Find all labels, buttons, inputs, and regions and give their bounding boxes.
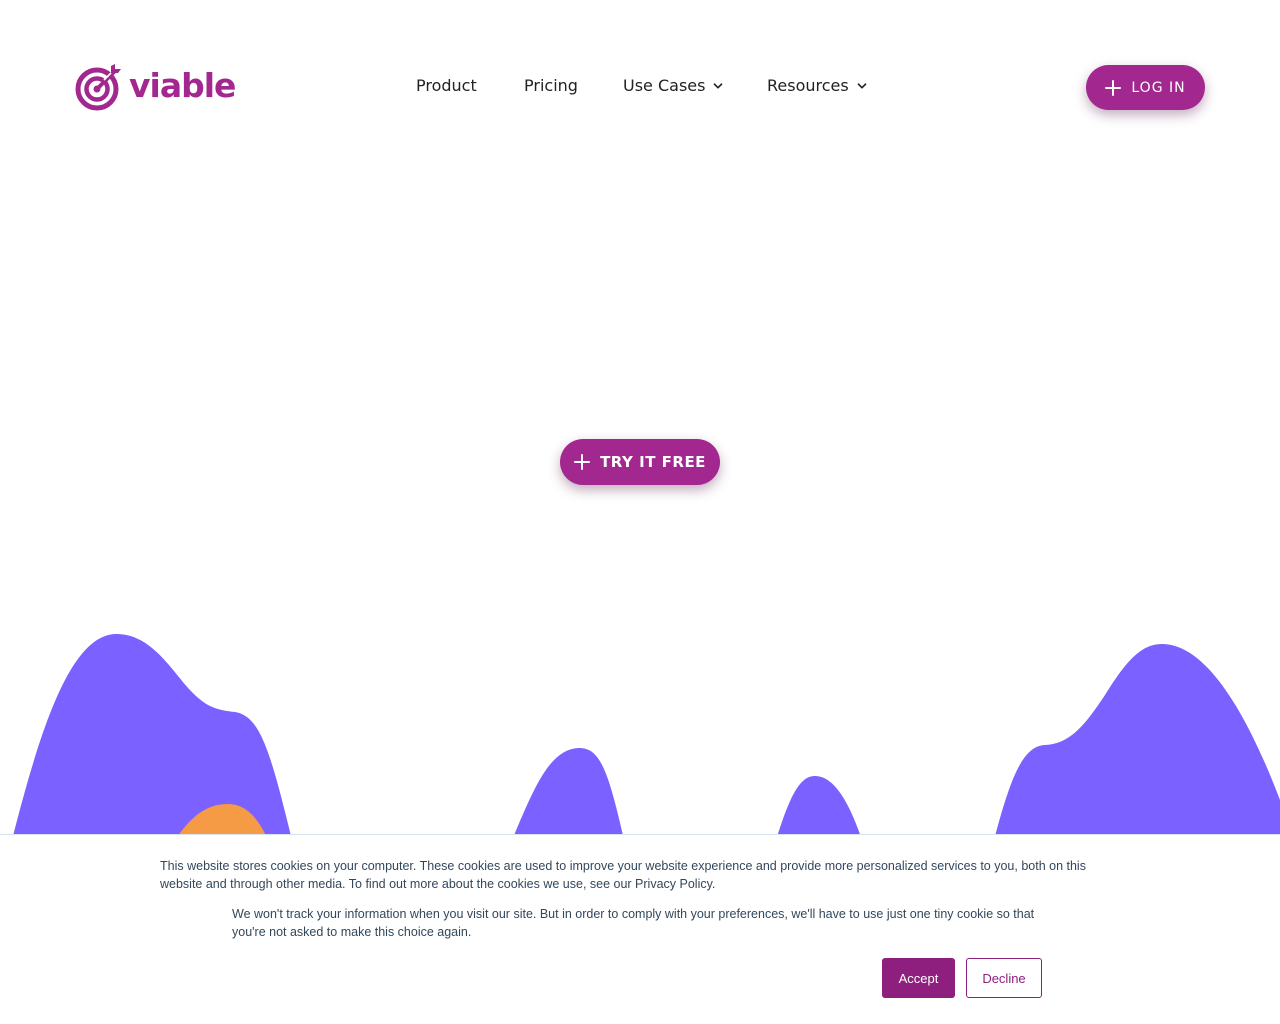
try-it-free-label: TRY IT FREE [600,453,706,471]
nav-item-label: Resources [767,76,849,95]
decline-cookies-button[interactable]: Decline [966,958,1042,998]
cookie-text-secondary: We won't track your information when you… [232,907,1035,939]
accept-cookies-button[interactable]: Accept [882,958,955,998]
chevron-down-icon [857,82,867,89]
try-it-free-button[interactable]: TRY IT FREE [560,439,720,485]
login-label: LOG IN [1131,79,1186,96]
page: viable Product Pricing Use Cases Resourc… [0,0,1280,1024]
hill-center-left [512,747,624,840]
nav-item-resources[interactable]: Resources [767,76,867,95]
hill-right [994,644,1280,840]
nav-item-label: Product [416,76,477,95]
hill-left [12,633,292,840]
nav-item-pricing[interactable]: Pricing [524,76,578,95]
decorative-hills [12,633,1280,840]
cookie-banner: This website stores cookies on your comp… [0,834,1280,1024]
nav-item-product[interactable]: Product [416,76,477,95]
login-button[interactable]: LOG IN [1086,65,1205,110]
nav-item-use-cases[interactable]: Use Cases [623,76,723,95]
nav-item-label: Pricing [524,76,578,95]
hill-center-right [776,776,862,840]
chevron-down-icon [714,82,723,89]
nav-item-label: Use Cases [623,76,706,95]
cookie-text-primary: This website stores cookies on your comp… [160,859,1086,891]
plus-icon [1105,79,1122,96]
plus-icon [574,454,591,470]
